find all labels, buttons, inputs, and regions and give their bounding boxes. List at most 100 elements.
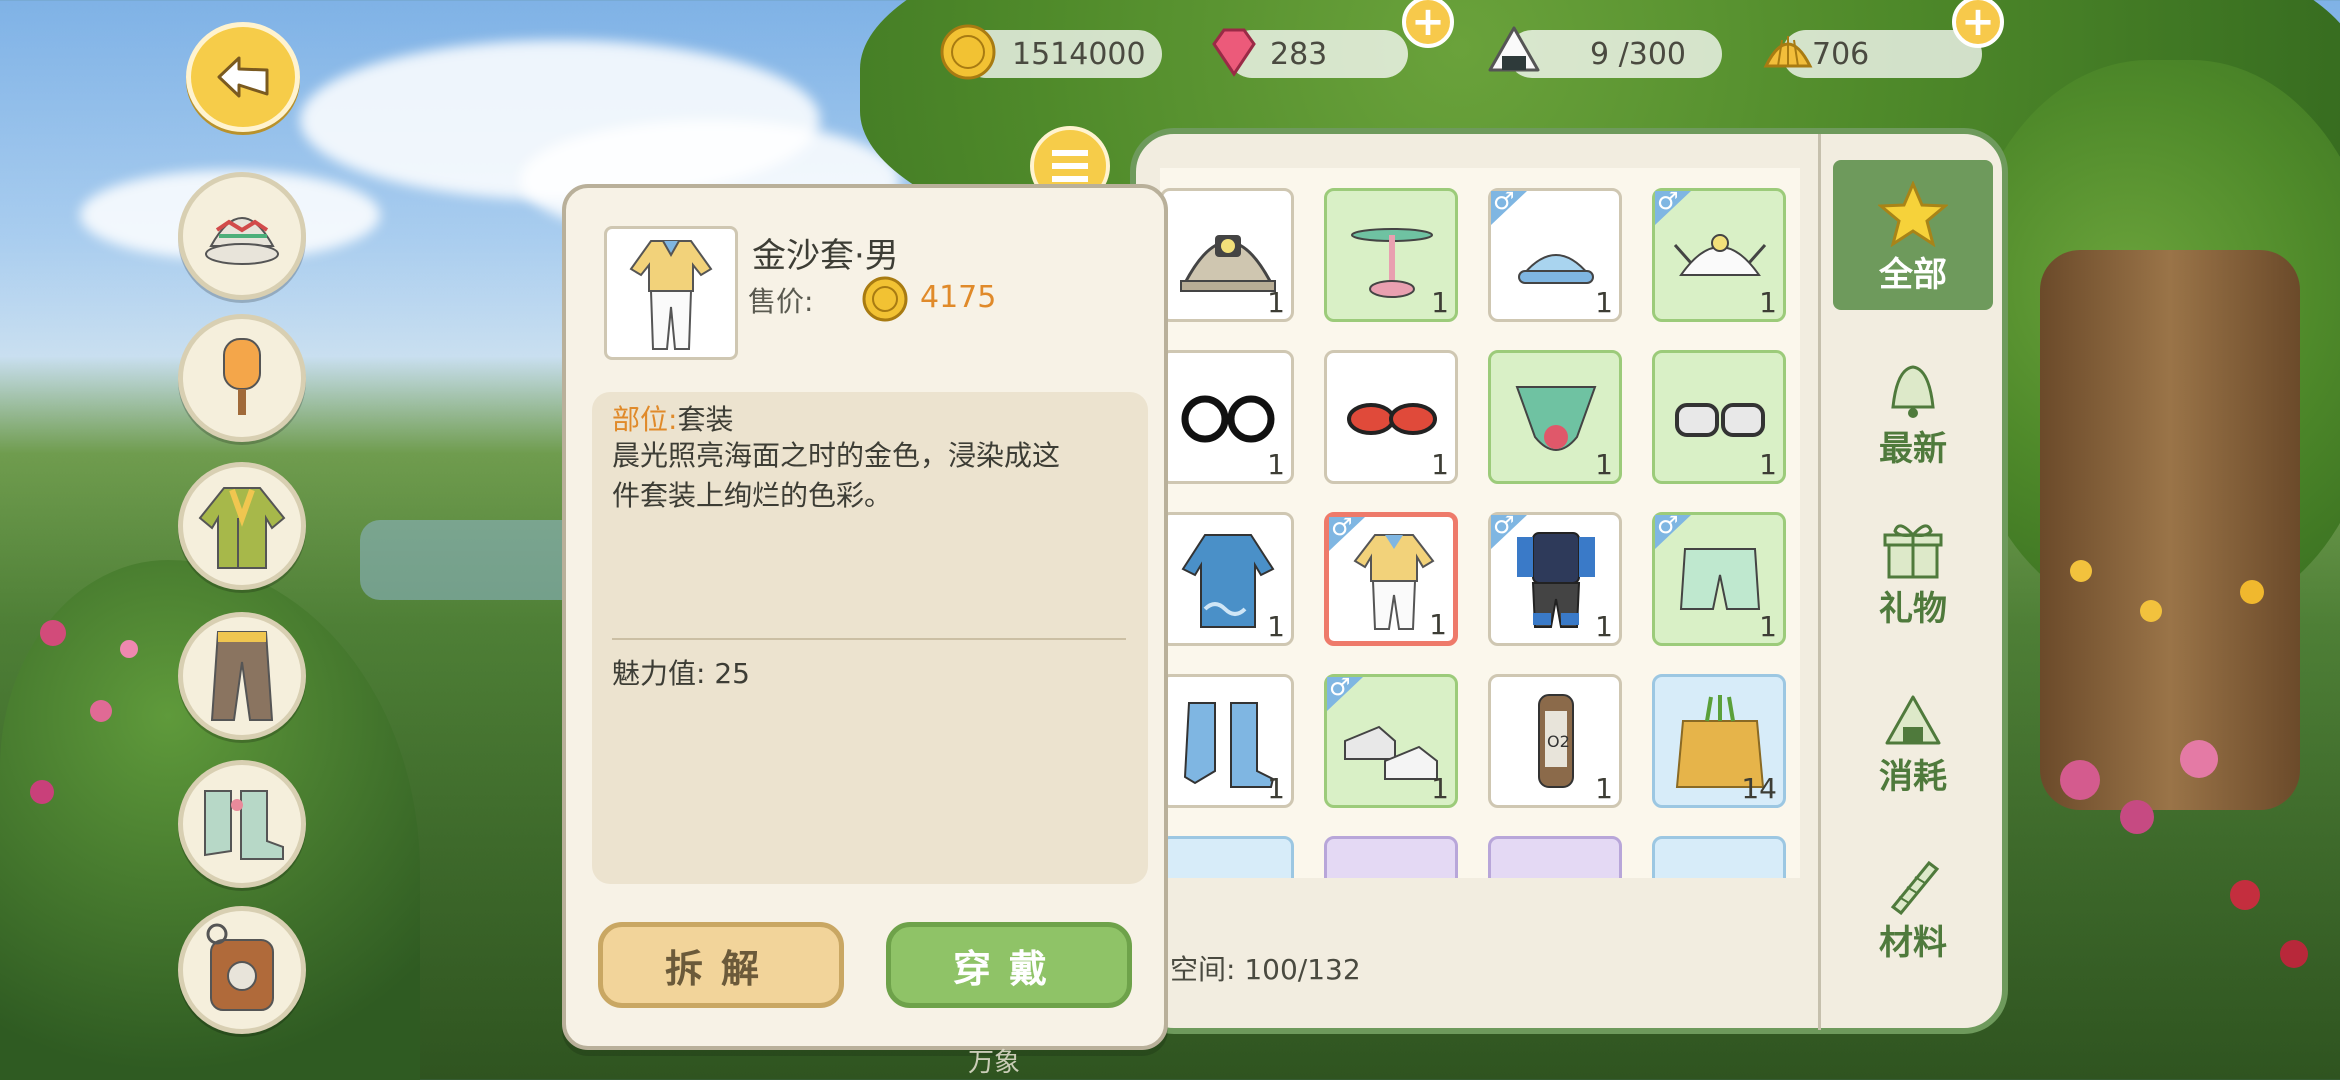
storage-space-value: 100/132 <box>1244 953 1361 986</box>
category-pants[interactable] <box>178 612 306 740</box>
shell-icon <box>1763 36 1813 68</box>
item-count: 1 <box>1595 286 1613 319</box>
item-slot-green-shorts[interactable]: ♂ 1 <box>1652 512 1786 646</box>
gem-counter: 283 <box>1212 28 1408 78</box>
item-slot-propeller-hat[interactable]: 1 <box>1324 188 1458 322</box>
white-sneakers-icon <box>1344 725 1438 780</box>
item-count: 1 <box>1267 772 1285 805</box>
back-button[interactable] <box>186 22 300 132</box>
wear-button[interactable]: 穿戴 <box>886 922 1132 1008</box>
item-slot-value: 套装 <box>677 403 734 436</box>
riceball-icon <box>1488 26 1540 72</box>
category-tabs: 全部 最新 礼物 消耗 材料 <box>1818 134 2005 1030</box>
item-slot-oxygen-tank[interactable]: O2 1 <box>1488 674 1622 808</box>
charm-label: 魅力值: <box>612 657 706 690</box>
tab-all[interactable]: 全部 <box>1833 160 1993 310</box>
item-count: 1 <box>1759 286 1777 319</box>
item-slot-feather-cap[interactable]: ♂ 1 <box>1652 188 1786 322</box>
storage-space-label: 空间: <box>1170 953 1236 986</box>
item-slot-wave-coat[interactable]: 1 <box>1160 512 1294 646</box>
category-jacket[interactable] <box>178 462 306 590</box>
item-slot-miner-helmet[interactable]: 1 <box>1160 188 1294 322</box>
item-description: 晨光照亮海面之时的金色，浸染成这件套装上绚烂的色彩。 <box>612 439 1061 512</box>
riceball-tab-icon <box>1885 695 1941 745</box>
item-count: 1 <box>1595 772 1613 805</box>
wave-coat-icon <box>1181 534 1275 628</box>
item-slot-goggles[interactable]: 1 <box>1652 350 1786 484</box>
item-slot-label: 部位: <box>612 403 678 436</box>
svg-text:O2: O2 <box>1547 732 1570 751</box>
item-count: 1 <box>1431 772 1449 805</box>
round-glasses-icon <box>1181 395 1275 443</box>
tab-gifts[interactable]: 礼物 <box>1833 490 1993 640</box>
item-slot-visor-cap[interactable]: ♂ 1 <box>1488 188 1622 322</box>
category-backpack[interactable] <box>178 906 306 1034</box>
tab-materials[interactable]: 材料 <box>1833 824 1993 974</box>
miner-helmet-icon <box>1180 235 1276 292</box>
tab-consumables-label: 消耗 <box>1879 757 1947 797</box>
category-boots[interactable] <box>178 760 306 888</box>
category-mask[interactable] <box>178 314 306 442</box>
item-slot-seed-bag[interactable]: 14 <box>1652 674 1786 808</box>
item-count: 1 <box>1759 610 1777 643</box>
tab-consumables[interactable]: 消耗 <box>1833 658 1993 808</box>
item-slot-partial[interactable] <box>1652 836 1786 878</box>
item-count: 1 <box>1267 610 1285 643</box>
item-slot-partial[interactable] <box>1160 836 1294 878</box>
item-slot-partial[interactable] <box>1324 836 1458 878</box>
visor-cap-icon <box>1518 254 1594 284</box>
backpack-icon <box>206 923 274 1011</box>
star-icon <box>1878 181 1948 247</box>
item-slot-blue-rain-boots[interactable]: 1 <box>1160 674 1294 808</box>
tab-newest[interactable]: 最新 <box>1833 330 1993 480</box>
tab-gifts-label: 礼物 <box>1879 589 1947 629</box>
shell-amount: 706 <box>1812 36 1870 72</box>
item-slot-green-mask[interactable]: 1 <box>1488 350 1622 484</box>
tab-materials-label: 材料 <box>1879 923 1947 963</box>
inventory-grid[interactable]: 1 1 ♂ 1 ♂ 1 1 1 1 1 1 ♂ 1 ♂ 1 ♂ 1 1 ♂ 1 O2 1 14 <box>1160 168 1800 878</box>
material-icon <box>1890 860 1940 915</box>
gem-amount: 283 <box>1270 36 1328 72</box>
gem-icon <box>1212 28 1256 77</box>
category-hat[interactable] <box>178 172 306 300</box>
dismantle-button[interactable]: 拆解 <box>598 922 844 1008</box>
charm-number: 25 <box>714 657 750 690</box>
item-count: 1 <box>1595 610 1613 643</box>
boots-icon <box>204 790 284 860</box>
tab-all-label: 全部 <box>1879 255 1947 295</box>
item-slot: 部位:套装 <box>612 398 733 438</box>
divider <box>612 638 1126 640</box>
list-icon <box>1052 150 1088 182</box>
green-mask-icon <box>1515 386 1597 451</box>
item-count: 1 <box>1267 448 1285 481</box>
item-count: 1 <box>1431 286 1449 319</box>
item-count: 1 <box>1759 448 1777 481</box>
price-coin-icon <box>862 276 908 322</box>
charm-value: 魅力值: 25 <box>612 652 750 692</box>
feather-cap-icon <box>1673 234 1767 276</box>
gift-icon <box>1883 524 1943 579</box>
bottom-watermark: 万象 <box>968 1048 1021 1078</box>
gold-amount: 1514000 <box>1012 36 1146 72</box>
item-slot-white-sneakers[interactable]: ♂ 1 <box>1324 674 1458 808</box>
bell-icon <box>1891 365 1935 418</box>
item-name: 金沙套·男 <box>752 236 899 276</box>
goggles-icon <box>1675 403 1765 437</box>
mask-icon <box>223 338 261 415</box>
item-preview <box>604 226 738 360</box>
item-price-label: 售价: <box>748 285 814 318</box>
oxygen-tank-icon: O2 <box>1538 694 1574 788</box>
red-sunglasses-icon <box>1347 403 1437 435</box>
propeller-hat-icon <box>1351 228 1433 298</box>
golden-suit-icon <box>629 240 713 350</box>
item-slot-red-sunglasses[interactable]: 1 <box>1324 350 1458 484</box>
storage-space: 空间: 100/132 <box>1170 948 1361 988</box>
hat-icon <box>205 217 279 265</box>
item-slot-golden-suit[interactable]: ♂ 1 <box>1324 512 1458 646</box>
item-count: 1 <box>1267 286 1285 319</box>
item-slot-diver-suit[interactable]: ♂ 1 <box>1488 512 1622 646</box>
item-slot-partial[interactable] <box>1488 836 1622 878</box>
back-arrow-icon <box>217 56 269 98</box>
item-count: 1 <box>1429 608 1447 641</box>
item-slot-round-glasses[interactable]: 1 <box>1160 350 1294 484</box>
